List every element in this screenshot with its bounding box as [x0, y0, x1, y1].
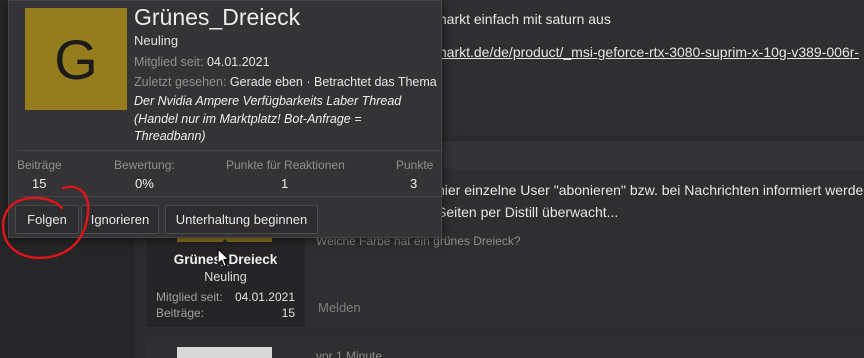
- mouse-cursor-icon: [217, 248, 230, 268]
- post-header-bar: [435, 141, 864, 169]
- stat-points-value[interactable]: 3: [410, 176, 433, 191]
- last-seen-line: Zuletzt gesehen: Gerade eben · Betrachte…: [134, 75, 437, 89]
- post-middle-line1: hier einzelne User "abonieren" bzw. bei …: [437, 182, 864, 198]
- product-link[interactable]: markt.de/de/product/_msi-geforce-rtx-308…: [435, 44, 859, 60]
- stat-posts-label: Beiträge: [17, 158, 62, 172]
- post-lower-avatar[interactable]: [177, 347, 272, 358]
- stat-reactions-value[interactable]: 1: [281, 176, 345, 191]
- post-middle-line2: Seiten per Distill überwacht...: [437, 204, 619, 220]
- post-upper-text: markt einfach mit saturn aus: [435, 11, 611, 27]
- post-posts-row: Beiträge: 15: [156, 306, 295, 320]
- stat-posts-value[interactable]: 15: [32, 176, 62, 191]
- stat-posts: Beiträge 15: [17, 158, 62, 191]
- stat-rating: Bewertung: 0%: [114, 158, 175, 191]
- post-user-title: Neuling: [204, 270, 247, 284]
- report-link[interactable]: Melden: [318, 300, 361, 315]
- member-since-label: Mitglied seit:: [134, 55, 204, 69]
- post-member-since-row: Mitglied seit: 04.01.2021: [156, 290, 295, 304]
- stat-points-label: Punkte: [396, 158, 434, 172]
- ignore-button[interactable]: Ignorieren: [81, 205, 159, 234]
- last-seen-value: Gerade eben · Betrachtet das Thema: [229, 75, 437, 89]
- stat-reactions-label: Punkte für Reaktionen: [226, 158, 345, 172]
- stat-reactions: Punkte für Reaktionen 1: [226, 158, 345, 191]
- post-lower-time: vor 1 Minute: [316, 349, 383, 358]
- viewed-thread-link[interactable]: Der Nvidia Ampere Verfügbarkeits Laber T…: [134, 93, 424, 146]
- post-posts-value: 15: [281, 306, 295, 320]
- member-title: Neuling: [134, 33, 179, 48]
- stat-rating-label: Bewertung:: [114, 158, 175, 172]
- post-posts-label: Beiträge:: [156, 306, 205, 320]
- stats-divider: [17, 150, 443, 151]
- stat-points: Punkte 3: [396, 158, 433, 191]
- start-conversation-button[interactable]: Unterhaltung beginnen: [165, 205, 318, 234]
- member-username[interactable]: Grünes_Dreieck: [134, 4, 300, 31]
- member-avatar[interactable]: G: [25, 8, 127, 110]
- follow-button[interactable]: Folgen: [15, 205, 79, 234]
- stat-rating-value: 0%: [135, 176, 154, 191]
- last-seen-label: Zuletzt gesehen:: [134, 75, 227, 89]
- member-since-line: Mitglied seit: 04.01.2021: [134, 55, 270, 69]
- avatar-letter: G: [54, 27, 98, 91]
- member-since-value: 04.01.2021: [206, 55, 270, 69]
- member-tooltip: G Grünes_Dreieck Neuling Mitglied seit: …: [8, 0, 443, 238]
- tooltip-arrow: [217, 239, 233, 248]
- post-member-since-value: 04.01.2021: [234, 290, 295, 304]
- actions-divider: [17, 196, 443, 197]
- post-member-since-label: Mitglied seit:: [156, 290, 223, 304]
